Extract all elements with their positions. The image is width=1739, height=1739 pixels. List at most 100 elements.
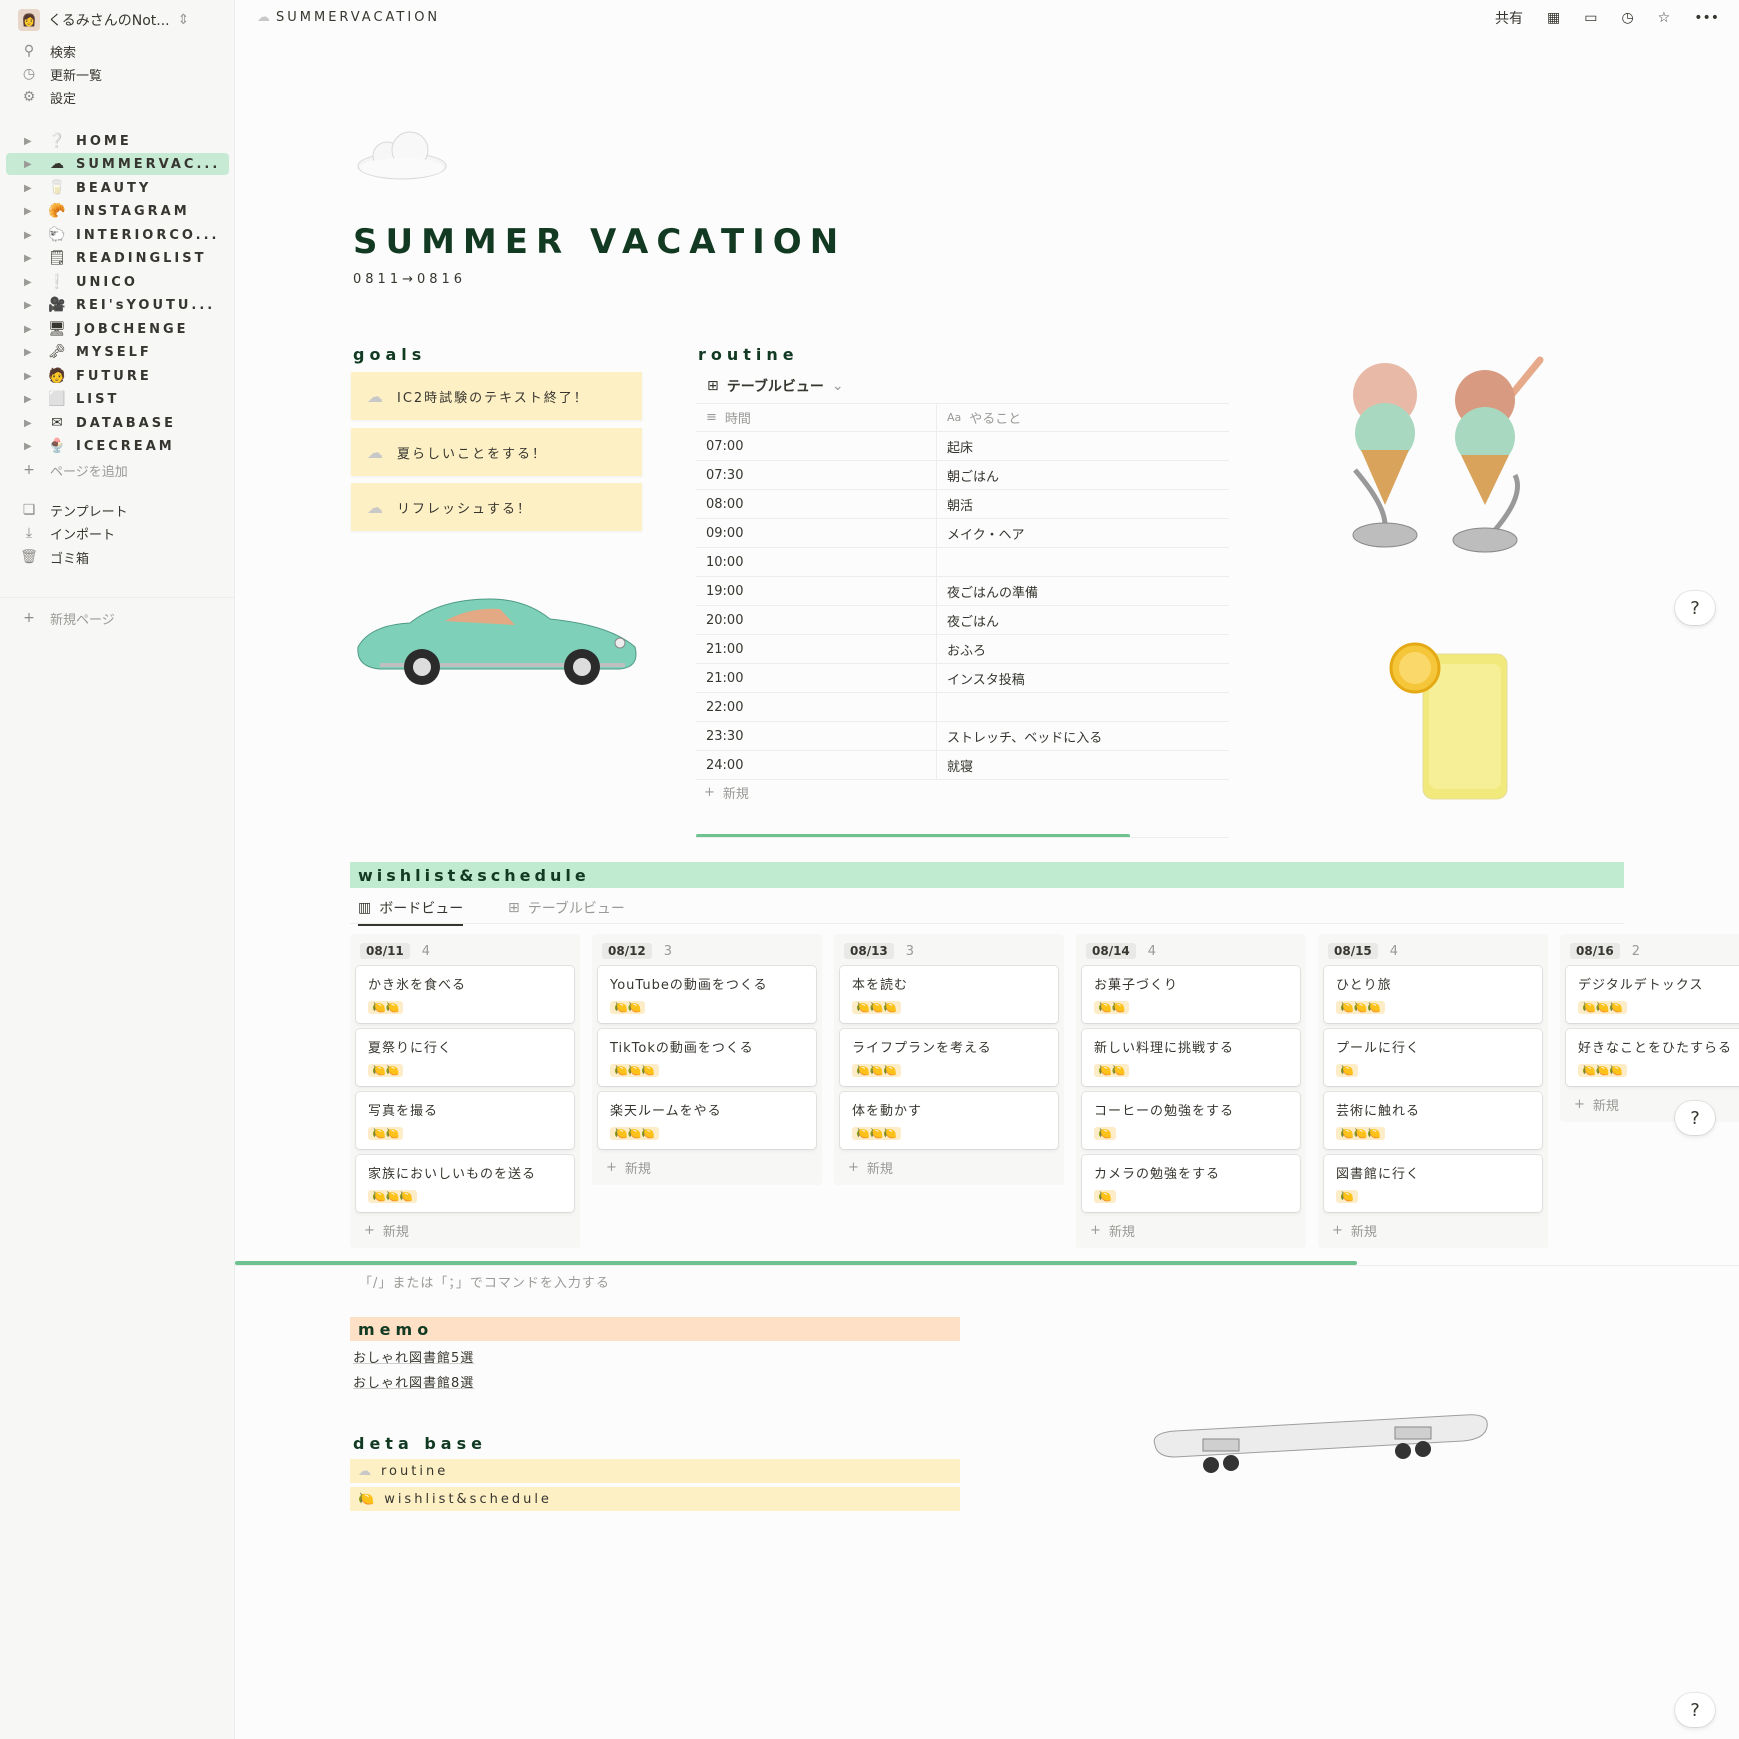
sidebar-search[interactable]: ⚲ 検索 xyxy=(18,40,76,62)
expand-icon[interactable]: ▶ xyxy=(24,277,38,288)
board-card[interactable]: コーヒーの勉強をする 🍋 xyxy=(1082,1092,1300,1149)
page-subtitle[interactable]: 0811→0816 xyxy=(353,272,466,287)
task-cell[interactable]: ストレッチ、ベッドに入る xyxy=(937,722,1229,750)
goal-callout[interactable]: ☁ リフレッシュする！ xyxy=(351,483,642,531)
table-row[interactable]: 19:00 夜ごはんの準備 xyxy=(696,577,1229,606)
sidebar-item-readinglist[interactable]: ▶ 🗒 READINGLIST xyxy=(6,247,229,269)
database-link-routine[interactable]: ☁ routine xyxy=(350,1459,960,1483)
board-new-button[interactable]: + 新規 xyxy=(1324,1218,1542,1242)
time-cell[interactable]: 20:00 xyxy=(696,606,937,634)
board-card[interactable]: ひとり旅 🍋🍋🍋 xyxy=(1324,966,1542,1023)
sidebar-item-myself[interactable]: ▶ 🗝 MYSELF xyxy=(6,341,229,363)
task-cell[interactable]: 夜ごはん xyxy=(937,606,1229,634)
task-cell[interactable]: インスタ投稿 xyxy=(937,664,1229,692)
table-row[interactable]: 08:00 朝活 xyxy=(696,490,1229,519)
share-button[interactable]: 共有 xyxy=(1495,8,1523,28)
routine-new-row-button[interactable]: + 新規 xyxy=(696,780,1229,804)
sidebar-item-icecream[interactable]: ▶ 🍨 ICECREAM xyxy=(6,435,229,457)
comment-icon[interactable]: ▭ xyxy=(1584,10,1597,26)
board-card[interactable]: 新しい料理に挑戦する 🍋🍋 xyxy=(1082,1029,1300,1086)
sidebar-item-summervacation[interactable]: ▶ ☁ SUMMERVAC... xyxy=(6,153,229,175)
expand-icon[interactable]: ▶ xyxy=(24,230,38,241)
task-cell[interactable]: 朝活 xyxy=(937,490,1229,518)
sidebar-item-list[interactable]: ▶ ⬜ LIST xyxy=(6,388,229,410)
sidebar-new-page[interactable]: + 新規ページ xyxy=(18,607,115,629)
database-link-wishlist[interactable]: 🍋 wishlist&schedule xyxy=(350,1487,960,1511)
sidebar-import[interactable]: ⤓ インポート xyxy=(18,522,115,544)
board-column-header[interactable]: 08/14 4 xyxy=(1082,940,1300,962)
task-cell[interactable] xyxy=(937,548,1229,576)
board-column-header[interactable]: 08/15 4 xyxy=(1324,940,1542,962)
expand-icon[interactable]: ▶ xyxy=(24,394,38,405)
layout-icon[interactable]: ▦ xyxy=(1547,10,1560,26)
task-cell[interactable] xyxy=(937,693,1229,721)
expand-icon[interactable]: ▶ xyxy=(24,371,38,382)
task-cell[interactable]: おふろ xyxy=(937,635,1229,663)
help-button[interactable]: ? xyxy=(1675,1101,1715,1135)
goals-heading[interactable]: goals xyxy=(353,345,426,364)
table-row[interactable]: 10:00 xyxy=(696,548,1229,577)
task-cell[interactable]: 起床 xyxy=(937,432,1229,460)
task-cell[interactable]: 朝ごはん xyxy=(937,461,1229,489)
time-cell[interactable]: 24:00 xyxy=(696,751,937,779)
board-card[interactable]: TikTokの動画をつくる 🍋🍋🍋 xyxy=(598,1029,816,1086)
board-column-header[interactable]: 08/12 3 xyxy=(598,940,816,962)
goal-callout[interactable]: ☁ 夏らしいことをする！ xyxy=(351,428,642,476)
sidebar-trash[interactable]: 🗑 ゴミ箱 xyxy=(18,546,89,568)
wishlist-heading[interactable]: wishlist&schedule xyxy=(350,862,1624,888)
tab-board-view[interactable]: ▥ ボードビュー xyxy=(358,898,464,926)
sidebar-item-future[interactable]: ▶ 🧑 FUTURE xyxy=(6,365,229,387)
sidebar-templates[interactable]: ❏ テンプレート xyxy=(18,499,128,521)
help-button[interactable]: ? xyxy=(1675,591,1715,625)
table-row[interactable]: 23:30 ストレッチ、ベッドに入る xyxy=(696,722,1229,751)
expand-icon[interactable]: ▶ xyxy=(24,347,38,358)
sidebar-updates[interactable]: ◷ 更新一覧 xyxy=(18,63,102,85)
sidebar-item-unico[interactable]: ▶ ❕ UNICO xyxy=(6,271,229,293)
time-cell[interactable]: 07:00 xyxy=(696,432,937,460)
sidebar-settings[interactable]: ⚙ 設定 xyxy=(18,86,76,108)
board-card[interactable]: YouTubeの動画をつくる 🍋🍋 xyxy=(598,966,816,1023)
column-header-time[interactable]: ≡ 時間 xyxy=(696,404,937,431)
table-row[interactable]: 07:30 朝ごはん xyxy=(696,461,1229,490)
table-row[interactable]: 21:00 インスタ投稿 xyxy=(696,664,1229,693)
board-column-header[interactable]: 08/16 2 xyxy=(1566,940,1733,962)
expand-icon[interactable]: ▶ xyxy=(24,300,38,311)
sidebar-item-interiorco[interactable]: ▶ 🐑 INTERIORCO... xyxy=(6,224,229,246)
task-cell[interactable]: 就寝 xyxy=(937,751,1229,779)
expand-icon[interactable]: ▶ xyxy=(24,441,38,452)
board-column-header[interactable]: 08/11 4 xyxy=(356,940,574,962)
workspace-switcher[interactable]: 👩 くるみさんのNot... ⇕ xyxy=(18,9,189,31)
time-cell[interactable]: 08:00 xyxy=(696,490,937,518)
expand-icon[interactable]: ▶ xyxy=(24,253,38,264)
memo-link[interactable]: おしゃれ図書館5選 xyxy=(353,1347,474,1366)
board-card[interactable]: カメラの勉強をする 🍋 xyxy=(1082,1155,1300,1212)
time-cell[interactable]: 23:30 xyxy=(696,722,937,750)
sidebar-item-database[interactable]: ▶ ✉ DATABASE xyxy=(6,412,229,434)
time-cell[interactable]: 10:00 xyxy=(696,548,937,576)
table-row[interactable]: 07:00 起床 xyxy=(696,432,1229,461)
page-title[interactable]: SUMMER VACATION xyxy=(353,222,846,262)
board-new-button[interactable]: + 新規 xyxy=(1082,1218,1300,1242)
column-header-task[interactable]: Aa やること xyxy=(937,404,1229,431)
history-icon[interactable]: ◷ xyxy=(1621,10,1633,26)
time-cell[interactable]: 09:00 xyxy=(696,519,937,547)
sidebar-add-page[interactable]: + ページを追加 xyxy=(18,459,128,481)
expand-icon[interactable]: ▶ xyxy=(24,418,38,429)
sidebar-item-jobchenge[interactable]: ▶ 🖥 JOBCHENGE xyxy=(6,318,229,340)
board-column-header[interactable]: 08/13 3 xyxy=(840,940,1058,962)
time-cell[interactable]: 19:00 xyxy=(696,577,937,605)
board-card[interactable]: 好きなことをひたすらる 🍋🍋🍋 xyxy=(1566,1029,1739,1086)
table-row[interactable]: 09:00 メイク・ヘア xyxy=(696,519,1229,548)
board-card[interactable]: 芸術に触れる 🍋🍋🍋 xyxy=(1324,1092,1542,1149)
task-cell[interactable]: 夜ごはんの準備 xyxy=(937,577,1229,605)
time-cell[interactable]: 22:00 xyxy=(696,693,937,721)
board-card[interactable]: 家族においしいものを送る 🍋🍋🍋 xyxy=(356,1155,574,1212)
board-card[interactable]: プールに行く 🍋 xyxy=(1324,1029,1542,1086)
time-cell[interactable]: 07:30 xyxy=(696,461,937,489)
page-cloud-icon[interactable] xyxy=(355,130,450,180)
database-heading[interactable]: deta base xyxy=(353,1434,487,1453)
board-card[interactable]: ライフプランを考える 🍋🍋🍋 xyxy=(840,1029,1058,1086)
board-card[interactable]: 図書館に行く 🍋 xyxy=(1324,1155,1542,1212)
routine-view-selector[interactable]: ⊞ テーブルビュー ⌄ xyxy=(707,376,844,396)
board-new-button[interactable]: + 新規 xyxy=(356,1218,574,1242)
